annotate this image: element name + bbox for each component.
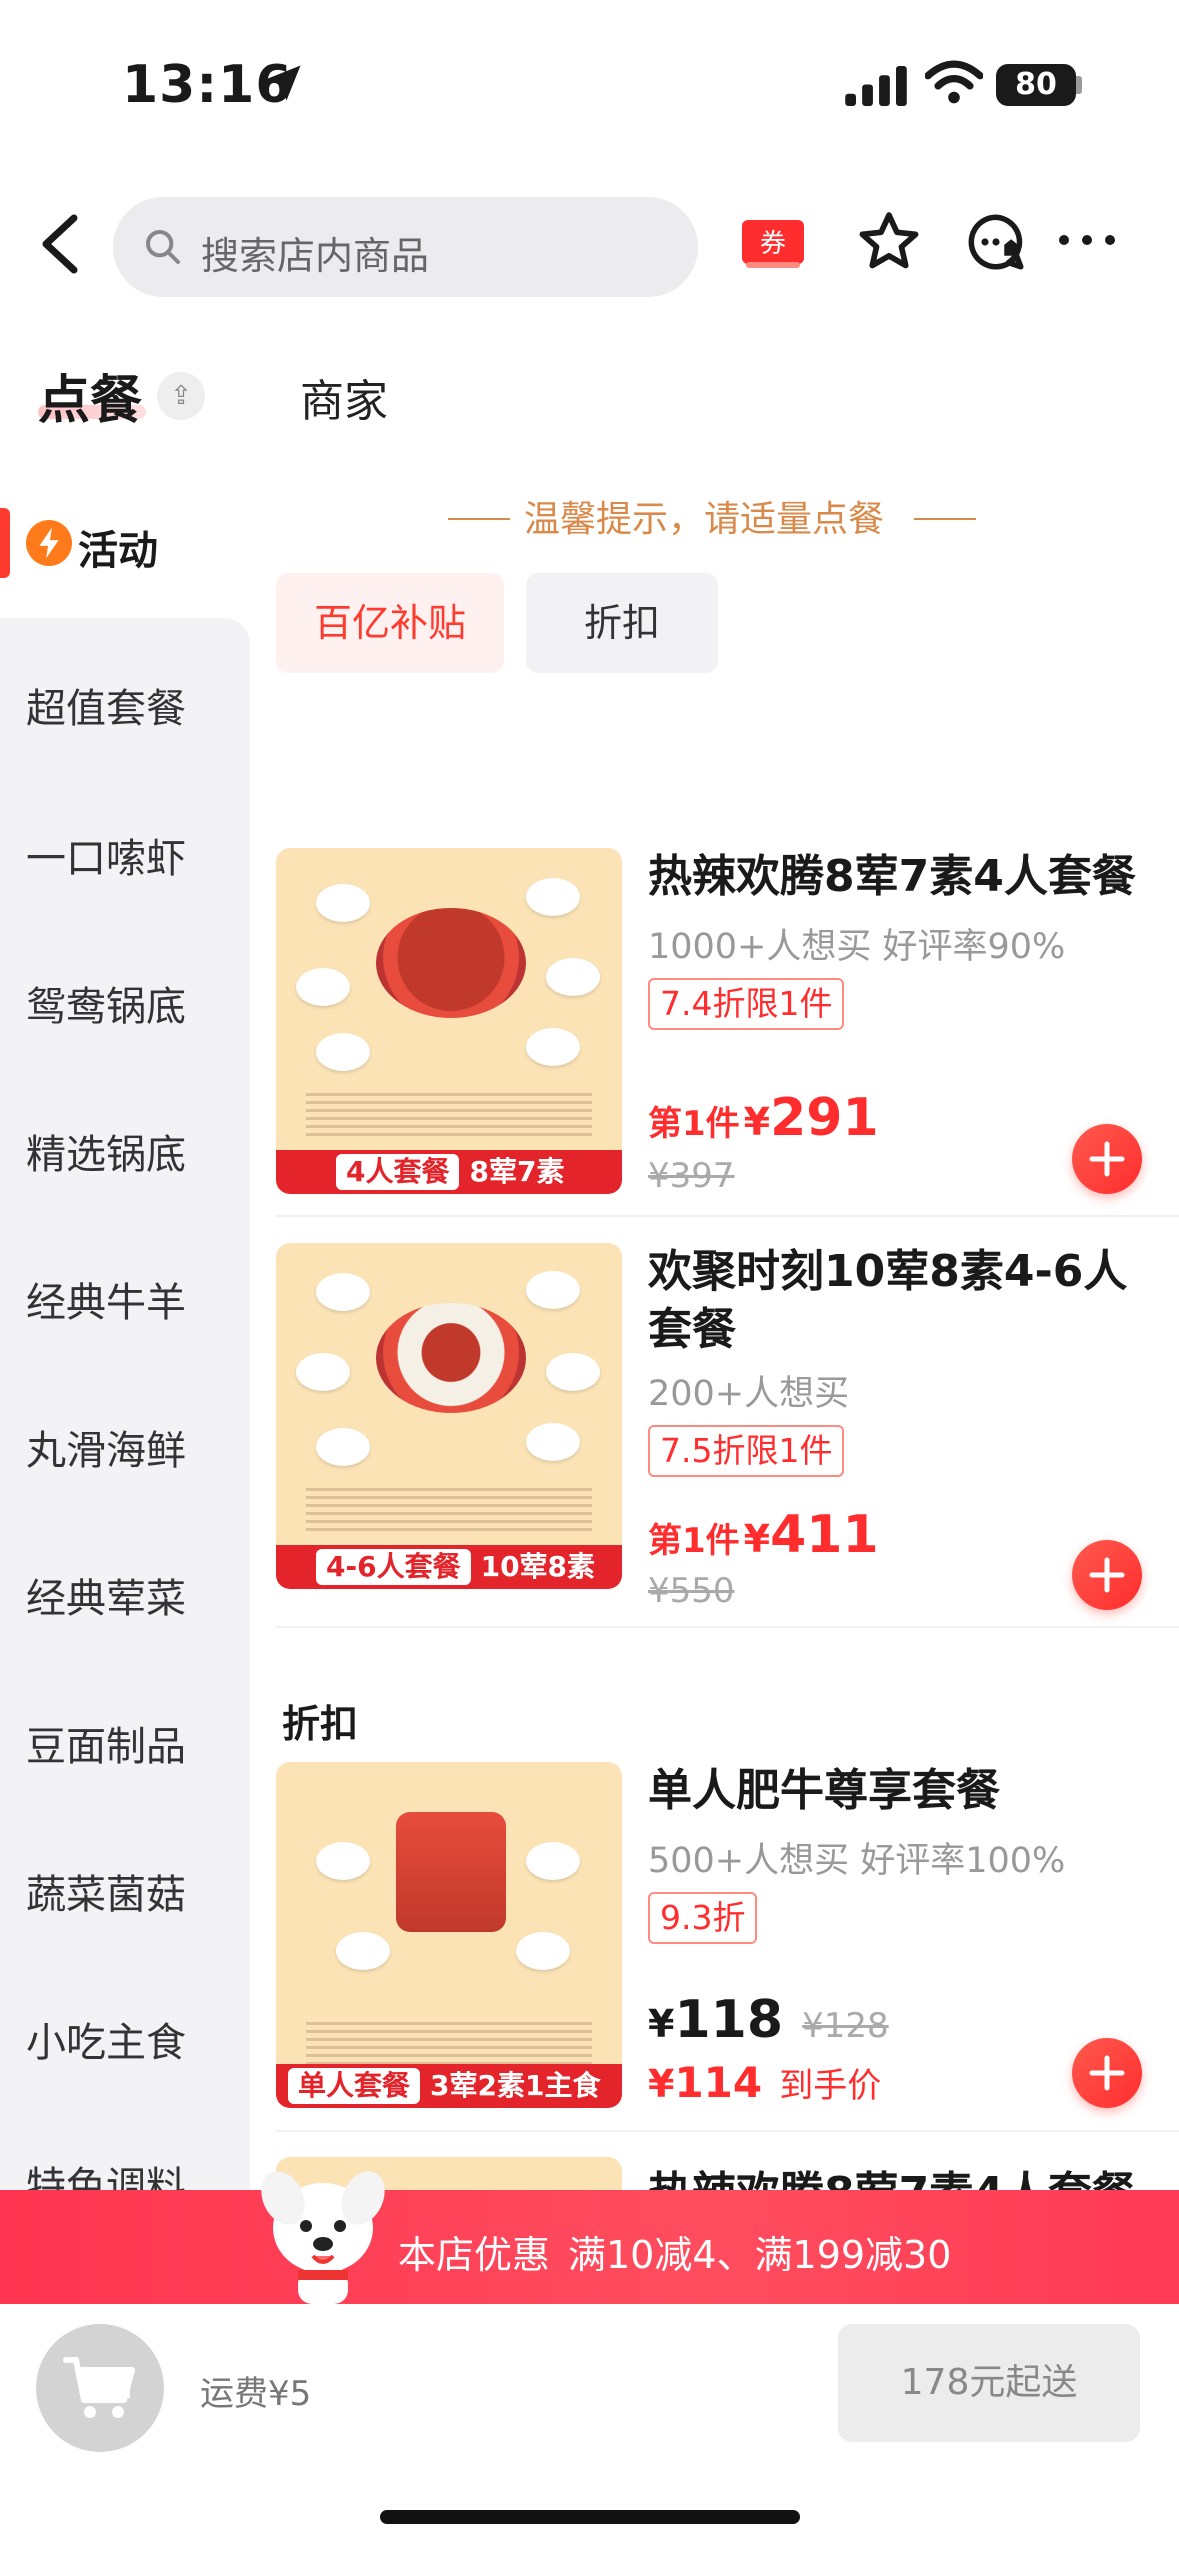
back-icon[interactable] [38, 214, 82, 274]
price-value: 291 [770, 1088, 879, 1148]
min-order-button[interactable]: 178元起送 [838, 2324, 1140, 2442]
search-input[interactable]: 搜索店内商品 [113, 197, 698, 297]
final-price-label: 到手价 [779, 2066, 882, 2106]
category-sidebar: 活动 超值套餐 一口嗦虾 鸳鸯锅底 精选锅底 经典牛羊 丸滑海鲜 经典荤菜 豆面… [0, 470, 250, 2210]
product-title: 欢聚时刻10荤8素4-6人套餐 [648, 1246, 1128, 1355]
customer-service-icon[interactable] [963, 208, 1029, 276]
location-arrow-icon [265, 65, 301, 101]
image-banner: 单人套餐 3荤2素1主食 [276, 2064, 622, 2108]
battery-level: 80 [1015, 67, 1057, 102]
more-icon[interactable] [1054, 230, 1120, 250]
tip-line-right [914, 518, 976, 520]
sidebar-item-select-base[interactable]: 精选锅底 [26, 1122, 186, 1180]
sidebar-item-label: 活动 [78, 528, 158, 574]
shopping-cart-icon [63, 2357, 135, 2418]
sidebar-item-snacks-staples[interactable]: 小吃主食 [26, 2010, 186, 2068]
price-row: 第1件 ¥291 [648, 1088, 879, 1148]
price-row: ¥118 ¥128 [648, 1990, 889, 2050]
divider [276, 1215, 1179, 1217]
nav-bar: 搜索店内商品 券 [0, 190, 1179, 300]
product-subtitle: 200+人想买 [648, 1374, 850, 1414]
tip-text: 温馨提示，请适量点餐 [524, 499, 885, 540]
discount-tag: 7.5折限1件 [648, 1425, 845, 1477]
flash-icon [26, 520, 72, 566]
cellular-signal-icon [845, 66, 907, 106]
mascot-dog-icon [261, 2171, 385, 2304]
product-card[interactable]: 单人套餐 3荤2素1主食 单人肥牛尊享套餐 500+人想买 好评率100% 9.3… [276, 1762, 1176, 2122]
price-row: 第1件 ¥411 [648, 1505, 879, 1565]
image-banner: 4-6人套餐 10荤8素 [276, 1545, 622, 1589]
promo-detail: 满10减4、满199减30 [568, 2233, 952, 2277]
hotpot-illustration [376, 1303, 526, 1413]
original-price: ¥550 [648, 1571, 735, 1611]
sidebar-item-seafood-balls[interactable]: 丸滑海鲜 [26, 1418, 186, 1476]
tip-line-left [448, 518, 510, 520]
add-to-cart-button[interactable] [1072, 1540, 1142, 1610]
product-subtitle: 500+人想买 好评率100% [648, 1841, 1066, 1881]
sidebar-list: 超值套餐 一口嗦虾 鸳鸯锅底 精选锅底 经典牛羊 丸滑海鲜 经典荤菜 豆面制品 … [0, 618, 250, 2210]
discount-tag: 7.4折限1件 [648, 978, 845, 1030]
hotpot-illustration [376, 908, 526, 1018]
sidebar-item-meat-dishes[interactable]: 经典荤菜 [26, 1566, 186, 1624]
product-title: 单人肥牛尊享套餐 [648, 1765, 1000, 1816]
divider [276, 2130, 1179, 2132]
cart-button[interactable] [36, 2324, 164, 2452]
chip-subsidy[interactable]: 百亿补贴 [276, 573, 504, 673]
product-card[interactable]: 4-6人套餐 10荤8素 欢聚时刻10荤8素4-6人套餐 200+人想买 7.5折… [276, 1243, 1176, 1611]
sidebar-item-tofu-noodles[interactable]: 豆面制品 [26, 1714, 186, 1772]
sidebar-item-activity[interactable]: 活动 [0, 470, 250, 618]
section-title-discount: 折扣 [282, 1702, 359, 1746]
price-prefix: 第1件 [648, 1521, 740, 1561]
status-bar: 13:16 80 [0, 0, 1179, 150]
home-indicator [380, 2510, 800, 2524]
original-price: ¥128 [802, 2006, 889, 2046]
product-card[interactable]: 4人套餐 8荤7素 热辣欢腾8荤7素4人套餐 1000+人想买 好评率90% 7.… [276, 848, 1176, 1208]
price-value: 118 [674, 1990, 783, 2050]
battery-indicator: 80 [996, 64, 1076, 106]
collapse-icon[interactable]: ⇪ [157, 372, 205, 420]
final-price-row: ¥114 到手价 [648, 2058, 882, 2107]
tab-order[interactable]: 点餐 [38, 358, 142, 433]
price-prefix: 第1件 [648, 1104, 740, 1144]
sidebar-item-crayfish[interactable]: 一口嗦虾 [26, 826, 186, 884]
search-placeholder: 搜索店内商品 [201, 234, 430, 278]
divider [276, 1626, 1179, 1628]
hotpot-illustration [396, 1812, 506, 1932]
product-image[interactable]: 4-6人套餐 10荤8素 [276, 1243, 622, 1589]
final-price: 114 [674, 2058, 763, 2107]
wifi-icon [925, 60, 983, 104]
sidebar-item-vegetables[interactable]: 蔬菜菌菇 [26, 1862, 186, 1920]
price-value: 411 [770, 1505, 879, 1565]
search-icon [146, 230, 180, 264]
product-image[interactable]: 单人套餐 3荤2素1主食 [276, 1762, 622, 2108]
delivery-fee: 运费¥5 [200, 2374, 312, 2414]
sidebar-item-value-set[interactable]: 超值套餐 [26, 676, 186, 734]
original-price: ¥397 [648, 1156, 735, 1196]
product-image[interactable]: 4人套餐 8荤7素 [276, 848, 622, 1194]
coupon-label: 券 [760, 229, 786, 259]
chip-discount[interactable]: 折扣 [526, 573, 718, 673]
favorite-star-icon[interactable] [854, 208, 924, 276]
battery-cap [1076, 76, 1082, 94]
promo-label: 本店优惠 [398, 2233, 551, 2277]
active-indicator [0, 508, 10, 578]
product-subtitle: 1000+人想买 好评率90% [648, 927, 1066, 967]
coupon-icon[interactable]: 券 [740, 216, 806, 270]
sidebar-item-yuanyang-base[interactable]: 鸳鸯锅底 [26, 974, 186, 1032]
discount-tag: 9.3折 [648, 1892, 758, 1944]
image-banner: 4人套餐 8荤7素 [276, 1150, 622, 1194]
add-to-cart-button[interactable] [1072, 1124, 1142, 1194]
tab-merchant[interactable]: 商家 [300, 365, 388, 429]
product-title: 热辣欢腾8荤7素4人套餐 [648, 851, 1136, 902]
sidebar-item-beef-lamb[interactable]: 经典牛羊 [26, 1270, 186, 1328]
add-to-cart-button[interactable] [1072, 2038, 1142, 2108]
